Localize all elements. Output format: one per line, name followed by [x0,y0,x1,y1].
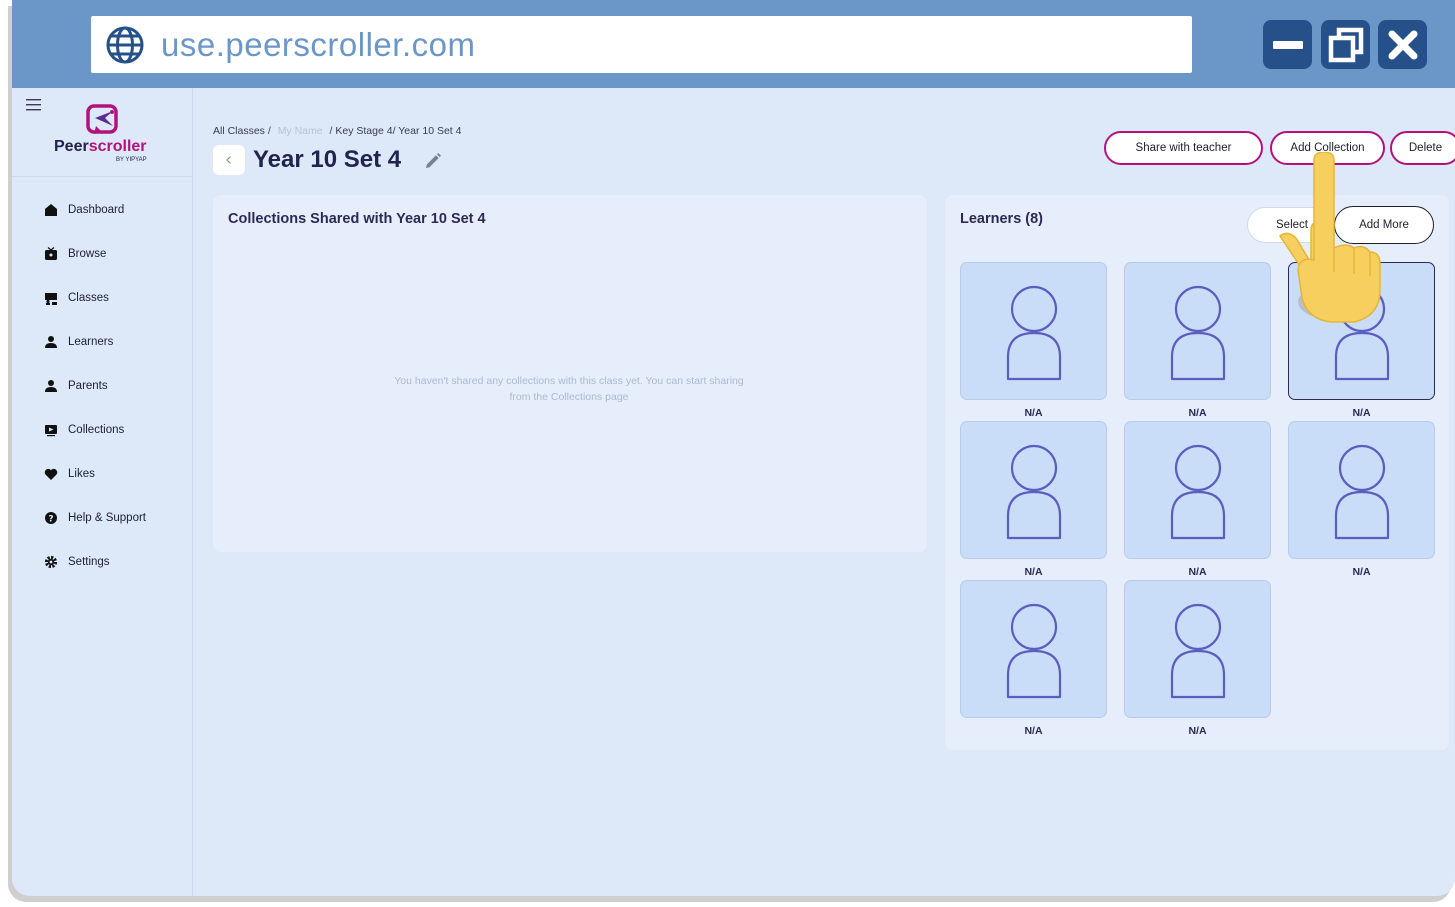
sidebar-item-classes[interactable]: Classes [44,287,109,309]
minimize-button[interactable] [1263,20,1312,69]
collections-panel: Collections Shared with Year 10 Set 4 Yo… [213,195,927,552]
pencil-edit-icon[interactable] [424,152,442,170]
gear-icon [44,555,58,569]
chevron-left-icon [226,156,231,164]
globe-icon [106,26,144,63]
back-button[interactable] [213,145,245,175]
user-avatar-icon [1006,603,1062,699]
sidebar-item-browse[interactable]: Browse [44,243,106,265]
share-with-teacher-button[interactable]: Share with teacher [1104,131,1263,165]
close-button[interactable] [1378,20,1427,69]
user-avatar-icon [1006,285,1062,381]
sidebar-item-help-support[interactable]: ? Help & Support [44,507,146,529]
tv-icon [45,247,57,260]
sidebar-item-collections[interactable]: Collections [44,419,124,441]
close-icon [1388,30,1417,59]
breadcrumb-path: / Key Stage 4/ Year 10 Set 4 [329,125,462,137]
sidebar-item-dashboard[interactable]: Dashboard [44,199,124,221]
user-icon [45,380,57,392]
user-icon [45,336,57,348]
learner-name: N/A [1024,725,1043,737]
learner-name: N/A [1024,407,1043,419]
classes-icon [45,293,57,305]
learner-name: N/A [1188,725,1207,737]
delete-button[interactable]: Delete [1390,131,1455,165]
collections-title: Collections Shared with Year 10 Set 4 [228,211,486,227]
url-text: use.peerscroller.com [161,25,476,63]
browser-chrome: use.peerscroller.com [12,0,1455,88]
pointing-hand-cursor-icon [1278,152,1381,323]
user-avatar-icon [1170,444,1226,540]
minimize-icon [1272,40,1303,49]
peerscroller-logo[interactable]: Peerscroller BY YIPYAP [52,104,162,166]
collection-icon [45,425,57,437]
breadcrumb-all-classes[interactable]: All Classes / [213,125,271,137]
bird-logo-icon [86,104,118,134]
user-avatar-icon [1170,285,1226,381]
sidebar: Peerscroller BY YIPYAP Dashboard Browse … [12,88,193,896]
learners-title: Learners (8) [960,211,1044,227]
sidebar-item-settings[interactable]: Settings [44,551,110,573]
sidebar-item-learners[interactable]: Learners [44,331,113,353]
learner-card[interactable] [960,580,1107,718]
learner-name: N/A [1352,407,1371,419]
learner-name: N/A [1188,566,1207,578]
user-avatar-icon [1170,603,1226,699]
user-avatar-icon [1334,444,1390,540]
learner-name: N/A [1188,407,1207,419]
learner-name: N/A [1352,566,1371,578]
learner-card[interactable] [960,421,1107,559]
breadcrumb-name[interactable]: My Name [278,125,323,137]
logo-byline: BY YIPYAP [116,157,147,163]
hamburger-menu-icon[interactable] [26,99,41,111]
restore-icon [1328,27,1363,62]
user-avatar-icon [1006,444,1062,540]
learner-card[interactable] [1124,580,1271,718]
sidebar-divider [12,176,193,177]
collections-empty-message: You haven't shared any collections with … [394,375,744,403]
sidebar-item-likes[interactable]: Likes [44,463,95,485]
help-icon: ? [45,512,57,525]
learner-card[interactable] [1288,421,1435,559]
learner-card[interactable] [1124,421,1271,559]
main-content: All Classes / My Name / Key Stage 4/ Yea… [194,88,1455,896]
heart-icon [44,468,58,480]
svg-text:?: ? [48,515,53,525]
sidebar-item-parents[interactable]: Parents [44,375,108,397]
learner-name: N/A [1024,566,1043,578]
learner-card[interactable] [1124,262,1271,400]
logo-wordmark: Peerscroller [54,138,147,155]
address-bar[interactable]: use.peerscroller.com [91,16,1192,73]
restore-button[interactable] [1321,20,1370,69]
breadcrumb: All Classes / My Name / Key Stage 4/ Yea… [213,125,461,137]
page-title: Year 10 Set 4 [253,146,402,173]
browser-window: use.peerscroller.com Peerscroller BY YIP… [12,0,1455,896]
learner-card[interactable] [960,262,1107,400]
home-icon [45,204,57,216]
